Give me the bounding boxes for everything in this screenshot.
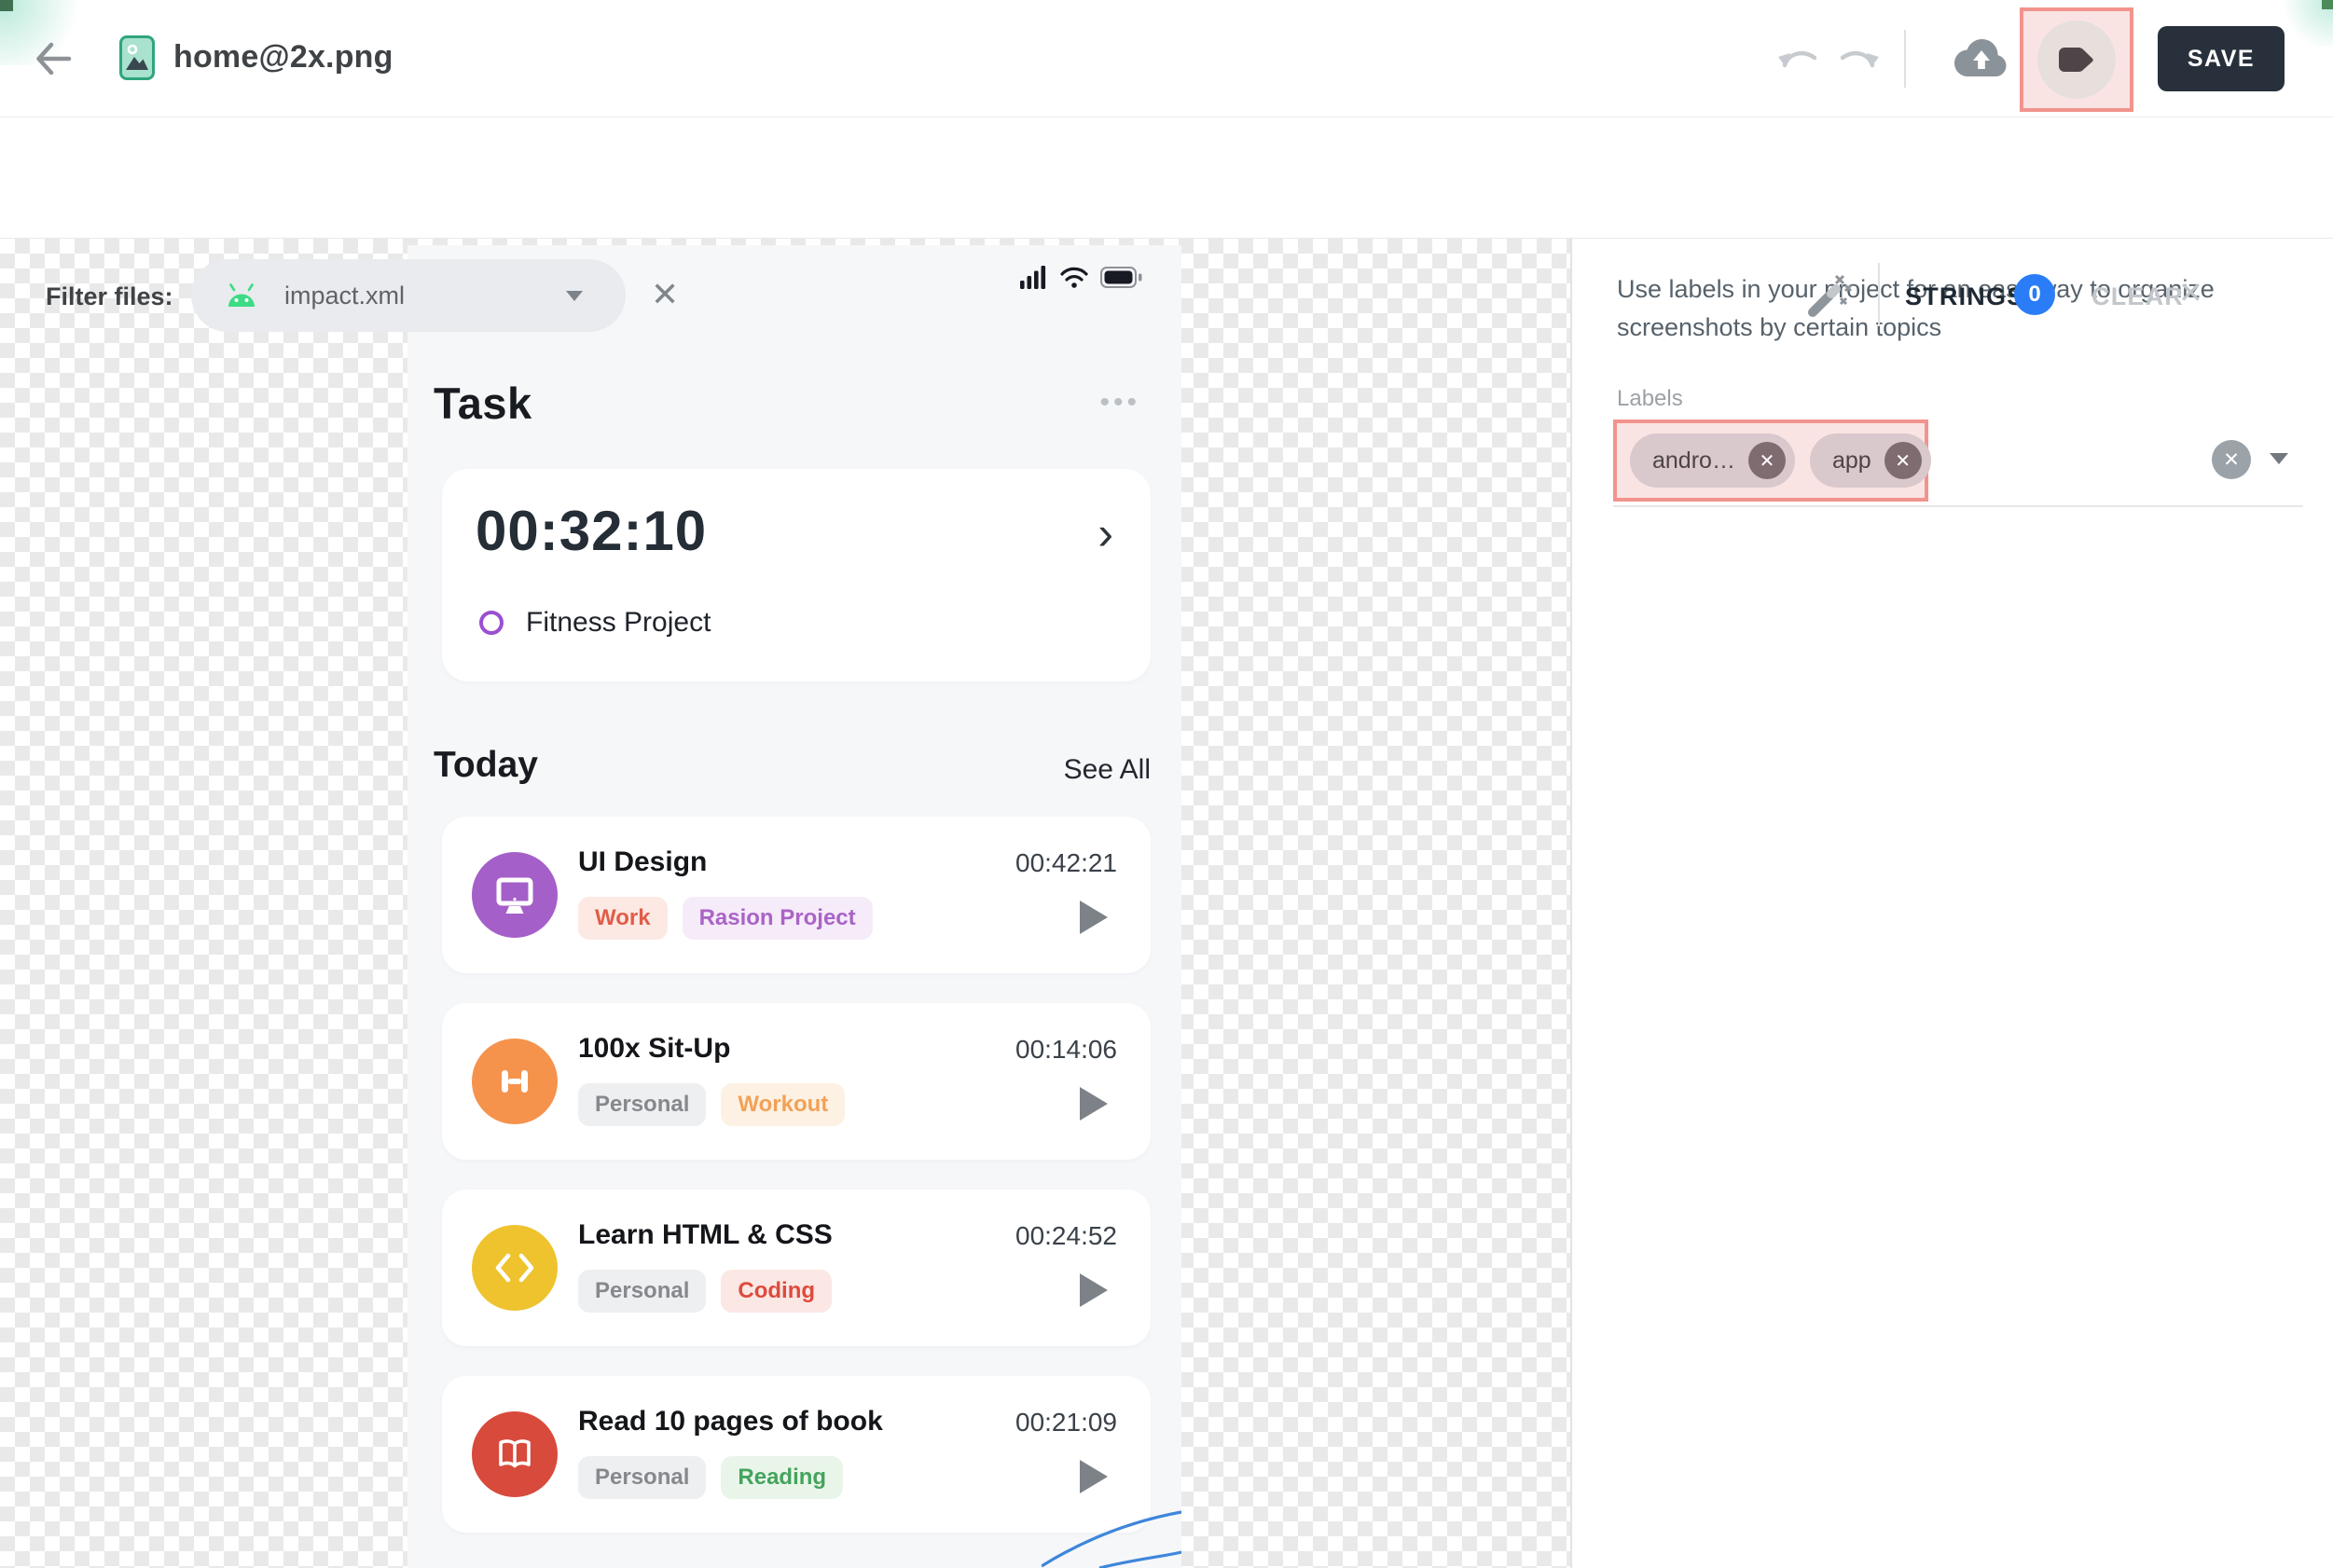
upload-button[interactable] [1954,37,2009,80]
toolbar-divider [1878,263,1880,326]
tag-row: Work Rasion Project [578,897,873,940]
timer-project-row: Fitness Project [479,607,711,639]
play-button[interactable] [1080,1087,1108,1121]
image-file-icon [119,35,155,80]
labels-dropdown-caret-icon[interactable] [2270,453,2288,464]
labels-input-underline [1613,505,2303,507]
save-button[interactable]: SAVE [2158,26,2285,91]
chevron-right-icon[interactable]: › [1097,506,1113,560]
tag-row: Personal Reading [578,1456,843,1499]
back-button[interactable] [34,41,73,76]
dropdown-caret-icon [566,291,583,301]
tag: Coding [721,1270,832,1313]
tag: Rasion Project [683,897,873,940]
labels-tool-highlight-box [2020,7,2133,112]
timer-value: 00:32:10 [476,499,707,563]
task-name: 100x Sit-Up [578,1033,730,1065]
selected-filter-file: impact.xml [284,282,405,310]
file-filter-dropdown[interactable]: impact.xml [191,259,626,332]
task-card[interactable]: UI Design 00:42:21 Work Rasion Project [442,817,1151,973]
label-chip: app ✕ [1810,433,1931,488]
undo-button[interactable] [1777,45,1820,75]
tag: Personal [578,1270,706,1313]
tag: Work [578,897,668,940]
tag: Workout [721,1083,845,1126]
redo-icon [1837,45,1880,75]
screenshot-preview[interactable]: 12:42 [407,245,1181,1568]
transparent-canvas: 12:42 [0,239,2333,1568]
project-name: Fitness Project [526,607,711,639]
task-name: Learn HTML & CSS [578,1219,833,1251]
tag-row: Personal Coding [578,1270,832,1313]
play-button[interactable] [1080,901,1108,934]
label-chip: andro… ✕ [1630,433,1795,488]
code-icon [472,1225,558,1311]
task-card[interactable]: Read 10 pages of book 00:21:09 Personal … [442,1376,1151,1533]
labels-side-panel: Use labels in your project for an easy w… [1570,239,2333,1568]
tag: Personal [578,1456,706,1499]
clear-strings-x-icon[interactable]: ✕ [2178,278,2203,308]
task-time: 00:14:06 [1015,1035,1117,1065]
task-card[interactable]: Learn HTML & CSS 00:24:52 Personal Codin… [442,1190,1151,1346]
screenshot-editor-app: home@2x.png [0,0,2333,1568]
tag: Reading [721,1456,843,1499]
task-name: UI Design [578,846,707,878]
redo-button[interactable] [1837,45,1880,75]
filter-toolbar: Filter files: impact.xml ✕ STRINGS 0 [0,117,2333,239]
header-bar: home@2x.png [0,0,2333,117]
undo-icon [1777,45,1820,75]
label-chip-text: andro… [1652,447,1735,475]
monitor-icon [472,852,558,938]
dumbbell-icon [472,1038,558,1124]
page-title: home@2x.png [173,39,393,76]
corner-marker-left [0,0,13,11]
today-section-header: Today See All [434,745,1151,786]
play-button[interactable] [1080,1273,1108,1307]
today-title: Today [434,745,538,786]
remove-chip-icon[interactable]: ✕ [1748,442,1786,479]
android-icon [223,282,260,309]
book-icon [472,1411,558,1497]
project-ring-icon [479,611,504,635]
strings-count-badge: 0 [2014,274,2055,315]
phone-screen-title: Task [434,378,532,429]
tag: Personal [578,1083,706,1126]
active-timer-card[interactable]: 00:32:10 › Fitness Project [442,469,1151,681]
magic-wand-icon [1805,270,1854,319]
cloud-upload-icon [1954,37,2009,80]
wifi-icon [1059,266,1089,289]
clear-strings-button[interactable]: CLEAR [2091,282,2184,311]
auto-detect-button[interactable] [1805,270,1854,319]
battery-icon [1100,267,1142,288]
task-card[interactable]: 100x Sit-Up 00:14:06 Personal Workout [442,1003,1151,1160]
label-chip-text: app [1832,447,1871,475]
task-time: 00:24:52 [1015,1221,1117,1251]
filter-files-label: Filter files: [46,282,173,311]
clear-filter-button[interactable]: ✕ [651,278,679,311]
header-divider [1904,30,1906,88]
task-time: 00:42:21 [1015,848,1117,878]
see-all-link[interactable]: See All [1064,754,1151,786]
labels-input-highlight-box[interactable]: andro… ✕ app ✕ [1613,420,1928,502]
signal-bars-icon [1020,266,1048,289]
chart-curve-decoration [1042,1510,1181,1568]
label-tag-icon [2058,45,2095,75]
task-time: 00:21:09 [1015,1408,1117,1437]
task-name: Read 10 pages of book [578,1406,883,1437]
play-button[interactable] [1080,1460,1108,1493]
tag-row: Personal Workout [578,1083,845,1126]
labels-tool-button[interactable] [2037,21,2116,99]
remove-chip-icon[interactable]: ✕ [1884,442,1922,479]
strings-tab[interactable]: STRINGS [1905,282,2024,311]
clear-all-labels-button[interactable]: ✕ [2212,440,2251,479]
back-arrow-icon [34,41,73,76]
overflow-menu-icon[interactable]: ••• [1099,387,1140,419]
labels-field-caption: Labels [1617,386,1683,412]
corner-marker-right [2322,0,2333,9]
